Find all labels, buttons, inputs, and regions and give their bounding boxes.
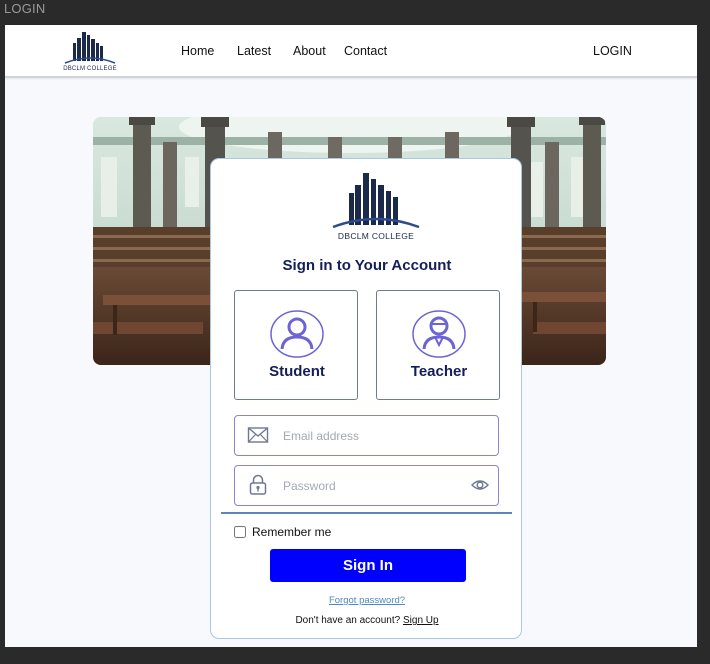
- role-teacher-button[interactable]: Teacher: [376, 290, 500, 400]
- email-input[interactable]: [283, 425, 463, 447]
- nav-link-contact[interactable]: Contact: [344, 44, 387, 58]
- nav-logo-text: DBCLM COLLEGE: [63, 66, 117, 72]
- signup-prompt-text: Don't have an account?: [295, 615, 401, 626]
- navbar: DBCLM COLLEGE Home Latest About Contact …: [5, 25, 697, 78]
- password-input[interactable]: [283, 475, 463, 497]
- nav-login-link[interactable]: LOGIN: [593, 44, 632, 58]
- browser-viewport: DBCLM COLLEGE Home Latest About Contact …: [5, 25, 697, 647]
- role-student-label: Student: [269, 363, 325, 380]
- mail-icon: [247, 427, 269, 443]
- remember-me-label[interactable]: Remember me: [252, 525, 331, 539]
- signin-heading: Sign in to Your Account: [282, 257, 452, 274]
- nav-link-about[interactable]: About: [293, 44, 326, 58]
- lock-icon: [249, 474, 267, 495]
- password-field: [234, 465, 499, 506]
- role-teacher-label: Teacher: [410, 363, 468, 380]
- remember-me-checkbox[interactable]: [234, 526, 246, 538]
- card-logo: DBCLM COLLEGE: [331, 169, 421, 241]
- signup-prompt-line: Don't have an account? Sign Up: [211, 615, 523, 626]
- teacher-icon: [412, 310, 466, 358]
- nav-link-latest[interactable]: Latest: [237, 44, 271, 58]
- role-student-button[interactable]: Student: [234, 290, 358, 400]
- nav-logo[interactable]: DBCLM COLLEGE: [61, 29, 119, 73]
- show-password-icon[interactable]: [471, 478, 489, 492]
- forgot-password-link[interactable]: Forgot password?: [211, 595, 523, 606]
- college-building-icon: [64, 32, 116, 64]
- login-card: DBCLM COLLEGE Sign in to Your Account St…: [210, 158, 522, 639]
- student-icon: [270, 310, 324, 358]
- divider-line: [221, 512, 512, 514]
- card-logo-text: DBCLM COLLEGE: [337, 231, 415, 241]
- window-title: LOGIN: [4, 1, 46, 16]
- college-building-icon: [332, 173, 420, 229]
- email-field: [234, 415, 499, 456]
- nav-link-home[interactable]: Home: [181, 44, 214, 58]
- signin-button[interactable]: Sign In: [270, 549, 466, 582]
- signup-link[interactable]: Sign Up: [403, 615, 439, 626]
